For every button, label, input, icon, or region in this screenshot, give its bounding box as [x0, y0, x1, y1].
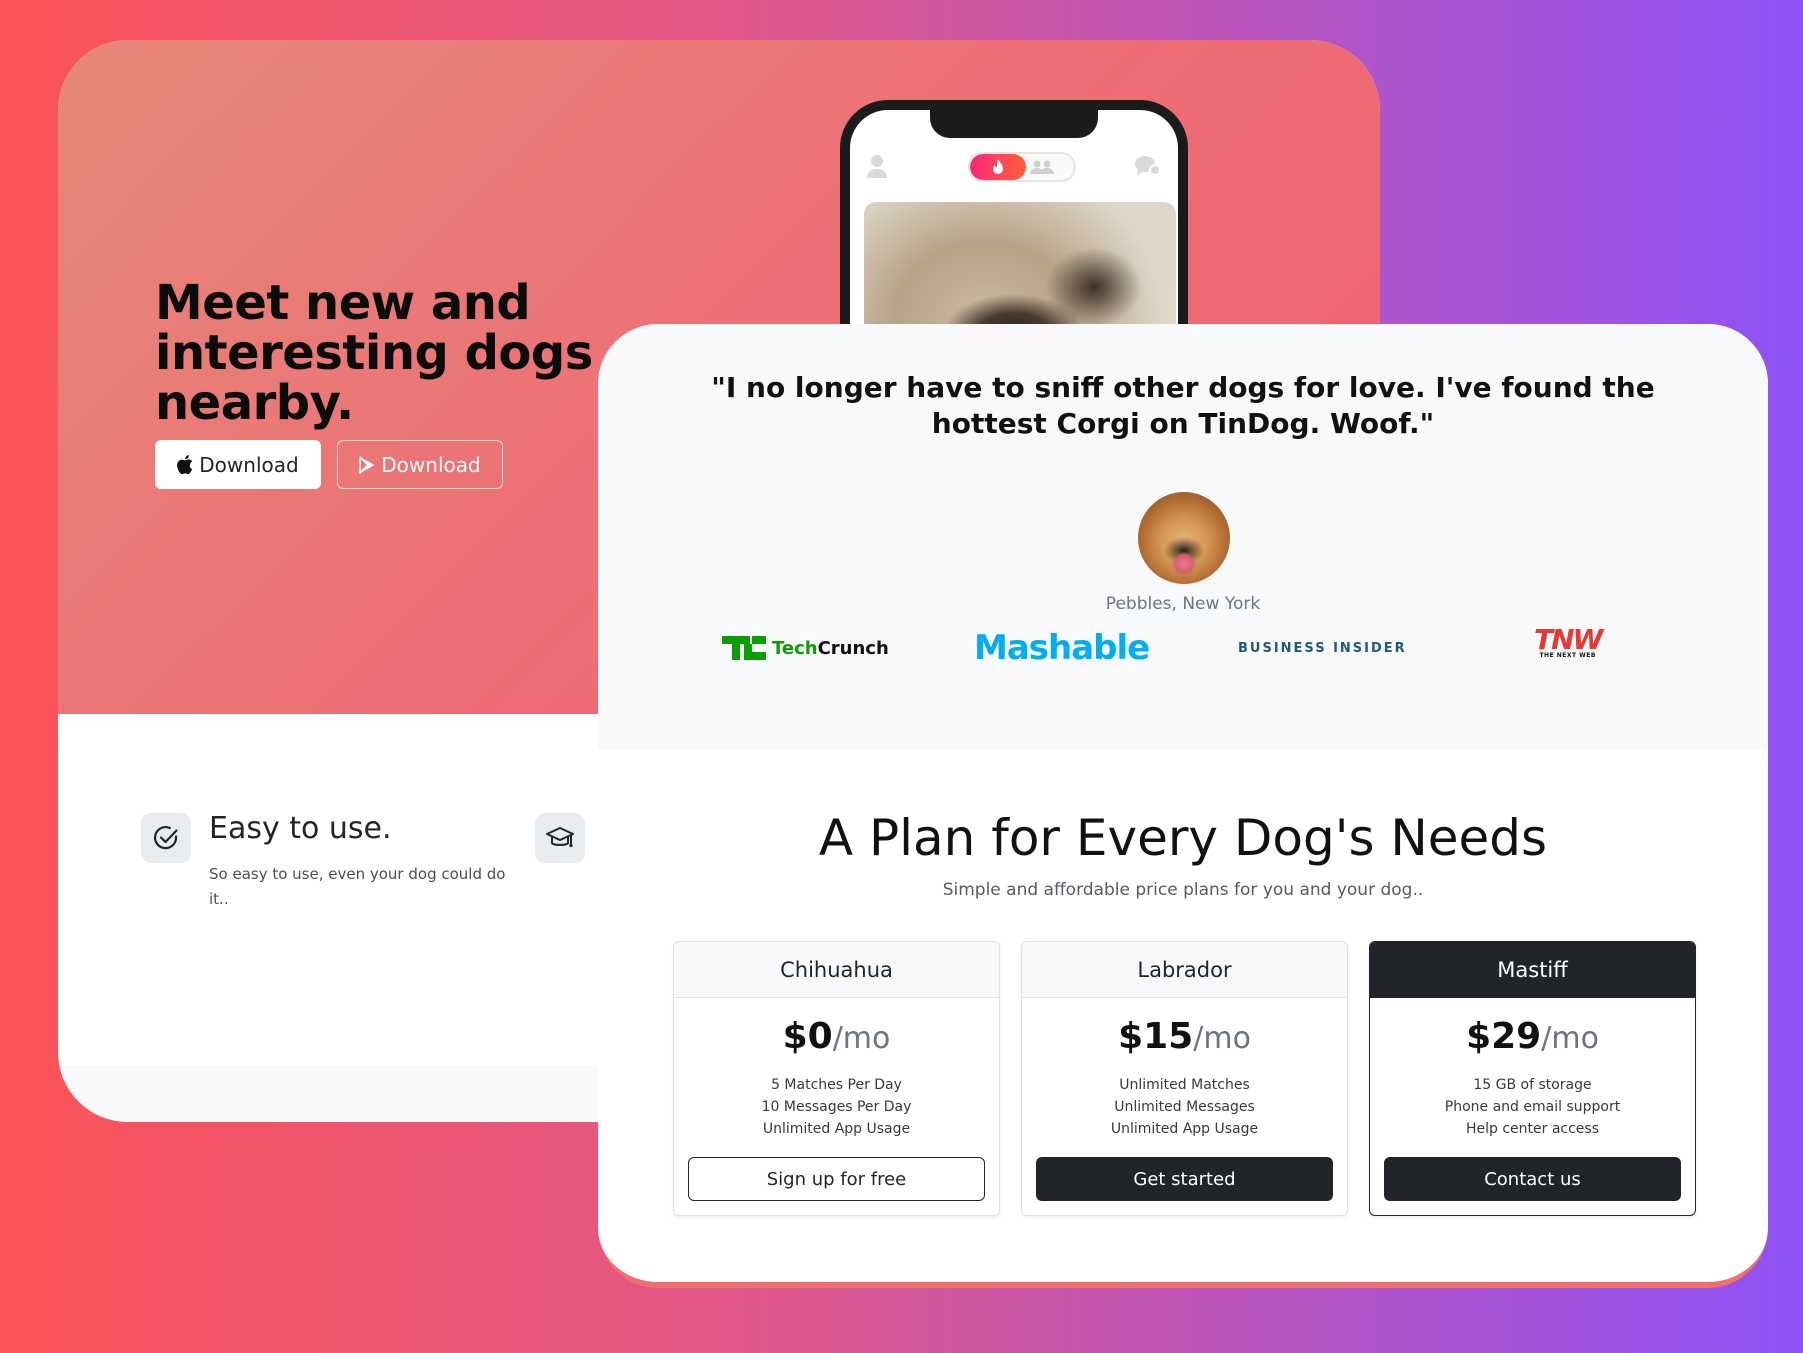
plan-feature: Phone and email support [1444, 1099, 1621, 1115]
plan-feature-list: Unlimited Matches Unlimited Messages Unl… [1022, 1074, 1347, 1140]
user-profile-icon [866, 154, 888, 183]
testimonial-section: "I no longer have to sniff other dogs fo… [598, 324, 1768, 749]
plan-feature: Unlimited Messages [1114, 1099, 1255, 1115]
plan-price-period: /mo [832, 1021, 891, 1056]
dog-avatar [1138, 492, 1230, 584]
plan-feature: Unlimited App Usage [1110, 1121, 1259, 1137]
plan-card-chihuahua: Chihuahua $0/mo 5 Matches Per Day 10 Mes… [673, 941, 1000, 1216]
chat-bubble-icon [1134, 154, 1161, 183]
hero-title: Meet new and interesting dogs nearby. [155, 275, 593, 431]
phone-notch [930, 110, 1098, 138]
flame-icon [970, 154, 1026, 180]
plan-feature: Unlimited Matches [1119, 1077, 1250, 1093]
feature-description: So easy to use, even your dog could do i… [209, 865, 506, 908]
plan-price-period: /mo [1541, 1021, 1599, 1056]
plan-feature: 5 Matches Per Day [771, 1077, 902, 1093]
plan-price-amount: $0 [782, 1016, 833, 1057]
plan-name: Chihuahua [674, 942, 999, 998]
plan-price-amount: $15 [1118, 1016, 1194, 1057]
play-download-label: Download [381, 452, 481, 477]
apple-download-button[interactable]: Download [155, 440, 321, 489]
check-circle-icon [141, 813, 191, 863]
play-store-download-button[interactable]: Download [337, 440, 503, 489]
techcrunch-tech-text: Tech [772, 637, 818, 659]
plan-price: $0/mo [674, 1016, 999, 1060]
testimonial-caption: Pebbles, New York [1105, 594, 1261, 614]
feature-title: Easy to use. [209, 811, 392, 846]
google-play-icon [359, 455, 375, 474]
tnw-logo-text: TNW [1534, 623, 1603, 656]
plan-feature: Unlimited App Usage [762, 1121, 911, 1137]
plan-price-period: /mo [1193, 1021, 1251, 1056]
plan-price: $29/mo [1370, 1016, 1695, 1060]
plan-feature-list: 5 Matches Per Day 10 Messages Per Day Un… [674, 1074, 999, 1140]
graduation-cap-icon [535, 813, 585, 863]
apple-download-label: Download [199, 452, 299, 477]
mode-toggle [968, 152, 1076, 182]
plan-price: $15/mo [1022, 1016, 1347, 1060]
techcrunch-logo: TechCrunch [722, 626, 889, 670]
pricing-subtitle: Simple and affordable price plans for yo… [942, 880, 1424, 900]
sign-up-free-button[interactable]: Sign up for free [688, 1157, 985, 1201]
plan-card-labrador: Labrador $15/mo Unlimited Matches Unlimi… [1021, 941, 1348, 1216]
pricing-title: A Plan for Every Dog's Needs [818, 809, 1548, 867]
tnw-logo: TNW THE NEXT WEB [1534, 623, 1603, 670]
plan-name: Labrador [1022, 942, 1347, 998]
get-started-button[interactable]: Get started [1036, 1157, 1333, 1201]
plan-feature: 15 GB of storage [1473, 1077, 1592, 1093]
techcrunch-mark-icon [722, 636, 766, 660]
techcrunch-crunch-text: Crunch [817, 637, 889, 659]
plan-feature-list: 15 GB of storage Phone and email support… [1370, 1074, 1695, 1140]
testimonial-pricing-card: "I no longer have to sniff other dogs fo… [598, 324, 1768, 1288]
testimonial-quote: "I no longer have to sniff other dogs fo… [711, 371, 1655, 440]
group-icon [1028, 159, 1056, 180]
business-insider-logo: BUSINESS INSIDER [1238, 640, 1407, 656]
mashable-logo: Mashable [974, 628, 1150, 668]
plan-feature: 10 Messages Per Day [761, 1099, 912, 1115]
plan-price-amount: $29 [1466, 1016, 1542, 1057]
apple-icon [177, 455, 193, 474]
plan-card-mastiff: Mastiff $29/mo 15 GB of storage Phone an… [1369, 941, 1696, 1216]
contact-us-button[interactable]: Contact us [1384, 1157, 1681, 1201]
plan-name: Mastiff [1370, 942, 1695, 998]
plan-feature: Help center access [1465, 1121, 1600, 1137]
tnw-logo-subtext: THE NEXT WEB [1539, 652, 1596, 659]
